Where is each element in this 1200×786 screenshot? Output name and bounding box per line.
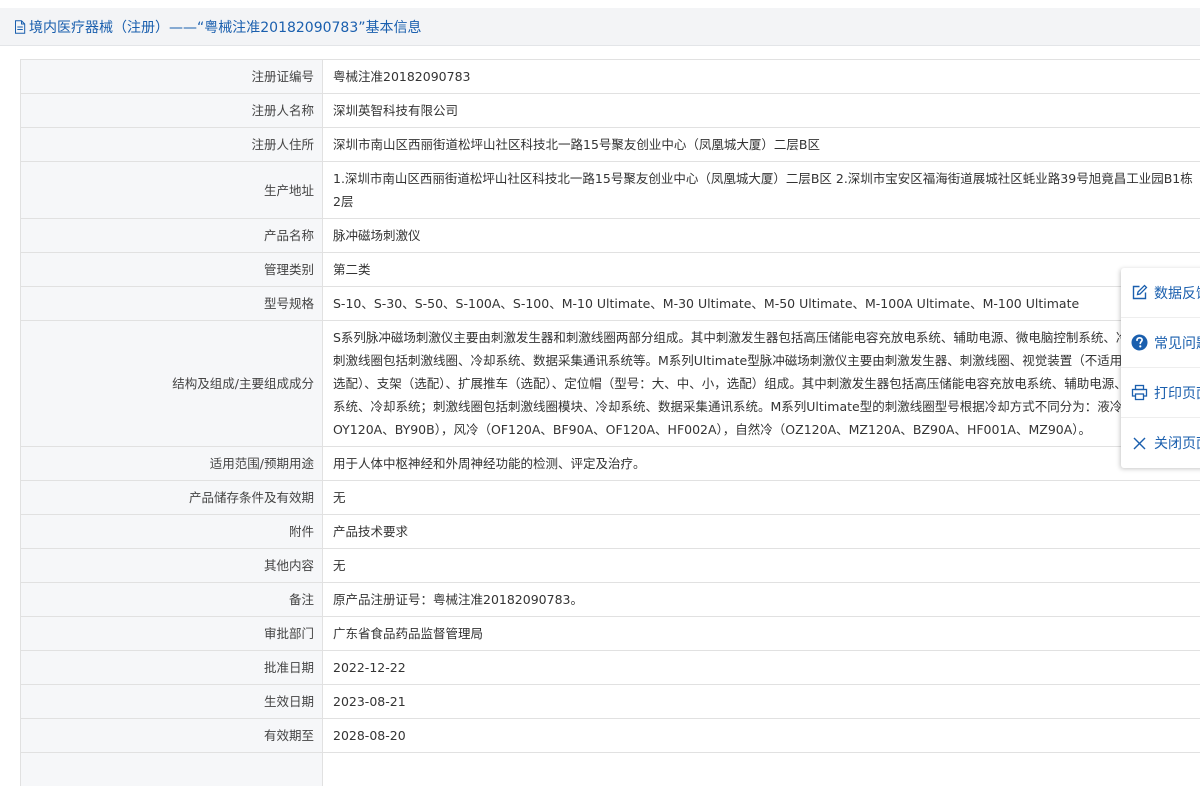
- float-toolbar: 数据反馈 常见问题 打印页面 关闭页面: [1121, 268, 1200, 468]
- row-value: 脉冲磁场刺激仪: [322, 218, 1200, 253]
- row-value: 1.深圳市南山区西丽街道松坪山社区科技北一路15号聚友创业中心（凤凰城大厦）二层…: [322, 161, 1200, 219]
- row-value: 无: [322, 480, 1200, 515]
- row-value: 2028-08-20: [322, 718, 1200, 753]
- table-row: 附件 产品技术要求: [20, 514, 1200, 549]
- row-value: 产品技术要求: [322, 514, 1200, 549]
- row-label: 有效期至: [20, 718, 323, 753]
- faq-button[interactable]: 常见问题: [1121, 318, 1200, 368]
- table-row: 产品储存条件及有效期 无: [20, 480, 1200, 515]
- row-label: 备注: [20, 582, 323, 617]
- document-icon: [15, 19, 26, 34]
- table-row: 注册人住所 深圳市南山区西丽街道松坪山社区科技北一路15号聚友创业中心（凤凰城大…: [20, 127, 1200, 162]
- page-title: 境内医疗器械（注册）——“粤械注准20182090783”基本信息: [29, 19, 422, 36]
- table-row: 型号规格 S-10、S-30、S-50、S-100A、S-100、M-10 Ul…: [20, 286, 1200, 321]
- close-page-label: 关闭页面: [1154, 436, 1200, 452]
- table-row: 生产地址 1.深圳市南山区西丽街道松坪山社区科技北一路15号聚友创业中心（凤凰城…: [20, 161, 1200, 219]
- row-value: 用于人体中枢神经和外周神经功能的检测、评定及治疗。: [322, 446, 1200, 481]
- row-value: 粤械注准20182090783: [322, 59, 1200, 94]
- row-label: 生效日期: [20, 684, 323, 719]
- row-label: 适用范围/预期用途: [20, 446, 323, 481]
- row-value: 2022-12-22: [322, 650, 1200, 685]
- table-row: [20, 752, 1200, 786]
- info-table-container: 注册证编号 粤械注准20182090783 注册人名称 深圳英智科技有限公司 注…: [20, 59, 1200, 786]
- table-row: 结构及组成/主要组成成分 S系列脉冲磁场刺激仪主要由刺激发生器和刺激线圈两部分组…: [20, 320, 1200, 447]
- table-row: 注册人名称 深圳英智科技有限公司: [20, 93, 1200, 128]
- row-value: S-10、S-30、S-50、S-100A、S-100、M-10 Ultimat…: [322, 286, 1200, 321]
- row-label: 型号规格: [20, 286, 323, 321]
- detail-page: 境内医疗器械（注册）——“粤械注准20182090783”基本信息 注册证编号 …: [0, 0, 1200, 786]
- close-page-button[interactable]: 关闭页面: [1121, 418, 1200, 468]
- row-label: 管理类别: [20, 252, 323, 287]
- table-row: 备注 原产品注册证号：粤械注准20182090783。: [20, 582, 1200, 617]
- table-row: 注册证编号 粤械注准20182090783: [20, 59, 1200, 94]
- table-row: 审批部门 广东省食品药品监督管理局: [20, 616, 1200, 651]
- table-row: 适用范围/预期用途 用于人体中枢神经和外周神经功能的检测、评定及治疗。: [20, 446, 1200, 481]
- row-value: 原产品注册证号：粤械注准20182090783。: [322, 582, 1200, 617]
- row-value: S系列脉冲磁场刺激仪主要由刺激发生器和刺激线圈两部分组成。其中刺激发生器包括高压…: [322, 320, 1200, 447]
- help-icon: [1131, 334, 1148, 351]
- row-value: 2023-08-21: [322, 684, 1200, 719]
- edit-icon: [1132, 284, 1148, 300]
- feedback-label: 数据反馈: [1154, 285, 1200, 302]
- row-label: 附件: [20, 514, 323, 549]
- row-label: 产品储存条件及有效期: [20, 480, 323, 515]
- row-label: 审批部门: [20, 616, 323, 651]
- table-row: 批准日期 2022-12-22: [20, 650, 1200, 685]
- row-label: 批准日期: [20, 650, 323, 685]
- table-row: 其他内容 无: [20, 548, 1200, 583]
- row-label: 注册人住所: [20, 127, 323, 162]
- row-label: [20, 752, 323, 786]
- row-label: 产品名称: [20, 218, 323, 253]
- info-table: 注册证编号 粤械注准20182090783 注册人名称 深圳英智科技有限公司 注…: [20, 59, 1200, 786]
- row-value: 无: [322, 548, 1200, 583]
- row-value: [322, 752, 1200, 786]
- row-value: 广东省食品药品监督管理局: [322, 616, 1200, 651]
- feedback-button[interactable]: 数据反馈: [1121, 268, 1200, 318]
- faq-label: 常见问题: [1154, 335, 1200, 352]
- page-header: 境内医疗器械（注册）——“粤械注准20182090783”基本信息: [0, 8, 1200, 46]
- table-row: 管理类别 第二类: [20, 252, 1200, 287]
- row-value: 深圳市南山区西丽街道松坪山社区科技北一路15号聚友创业中心（凤凰城大厦）二层B区: [322, 127, 1200, 162]
- table-row: 产品名称 脉冲磁场刺激仪: [20, 218, 1200, 253]
- row-label: 注册人名称: [20, 93, 323, 128]
- row-label: 生产地址: [20, 161, 323, 219]
- row-value: 深圳英智科技有限公司: [322, 93, 1200, 128]
- print-icon: [1131, 384, 1148, 401]
- table-row: 有效期至 2028-08-20: [20, 718, 1200, 753]
- row-value: 第二类: [322, 252, 1200, 287]
- row-label: 注册证编号: [20, 59, 323, 94]
- row-label: 结构及组成/主要组成成分: [20, 320, 323, 447]
- row-label: 其他内容: [20, 548, 323, 583]
- table-row: 生效日期 2023-08-21: [20, 684, 1200, 719]
- print-label: 打印页面: [1154, 385, 1200, 402]
- print-button[interactable]: 打印页面: [1121, 368, 1200, 418]
- close-icon: [1133, 437, 1146, 449]
